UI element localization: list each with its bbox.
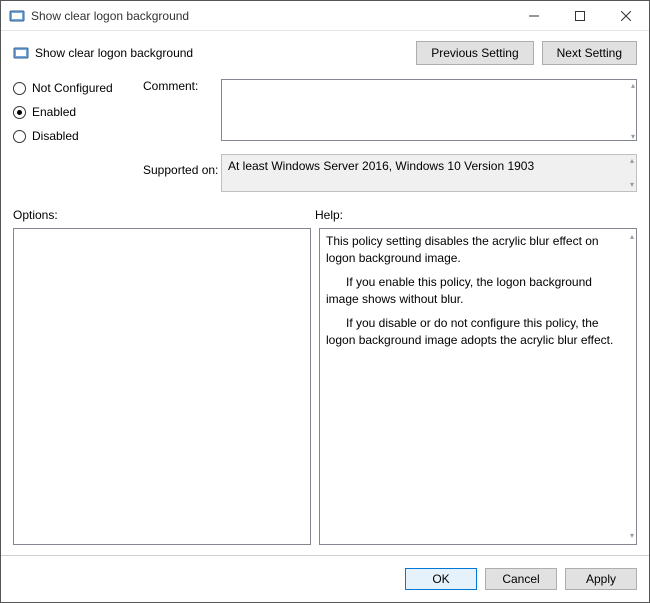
radio-label: Disabled	[32, 129, 79, 143]
supported-on-label: Supported on:	[143, 163, 221, 177]
radio-label: Enabled	[32, 105, 76, 119]
scroll-up-icon[interactable]: ▴	[630, 157, 634, 165]
config-row: Not Configured Enabled Disabled Comment:…	[13, 79, 637, 192]
radio-icon	[13, 82, 26, 95]
policy-title: Show clear logon background	[35, 46, 193, 60]
scroll-down-icon[interactable]: ▾	[630, 532, 634, 540]
titlebar: Show clear logon background	[1, 1, 649, 31]
supported-on-box: At least Windows Server 2016, Windows 10…	[221, 154, 637, 192]
scroll-down-icon[interactable]: ▾	[630, 181, 634, 189]
policy-icon	[13, 45, 29, 61]
comment-label: Comment:	[143, 79, 221, 93]
radio-disabled[interactable]: Disabled	[13, 129, 143, 143]
dialog-footer: OK Cancel Apply	[13, 556, 637, 590]
options-panel	[13, 228, 311, 545]
radio-not-configured[interactable]: Not Configured	[13, 81, 143, 95]
help-text: If you enable this policy, the logon bac…	[326, 274, 618, 309]
cancel-button[interactable]: Cancel	[485, 568, 557, 590]
window-title: Show clear logon background	[31, 9, 189, 23]
field-labels: Comment: Supported on:	[143, 79, 221, 177]
radio-enabled[interactable]: Enabled	[13, 105, 143, 119]
options-label: Options:	[13, 208, 315, 222]
supported-on-text: At least Windows Server 2016, Windows 10…	[228, 159, 534, 173]
panels-row: This policy setting disables the acrylic…	[13, 228, 637, 545]
scroll-up-icon[interactable]: ▴	[631, 82, 635, 90]
header-row: Show clear logon background Previous Set…	[13, 41, 637, 65]
scroll-up-icon[interactable]: ▴	[630, 233, 634, 241]
field-inputs: ▴ ▾ At least Windows Server 2016, Window…	[221, 79, 637, 192]
minimize-button[interactable]	[511, 1, 557, 31]
comment-textarea[interactable]	[221, 79, 637, 141]
policy-icon	[9, 8, 25, 24]
help-text: If you disable or do not configure this …	[326, 315, 618, 350]
window-body: Show clear logon background Previous Set…	[1, 31, 649, 602]
radio-icon	[13, 130, 26, 143]
next-setting-button[interactable]: Next Setting	[542, 41, 637, 65]
help-panel: This policy setting disables the acrylic…	[319, 228, 637, 545]
close-button[interactable]	[603, 1, 649, 31]
radio-icon	[13, 106, 26, 119]
ok-button[interactable]: OK	[405, 568, 477, 590]
state-radio-group: Not Configured Enabled Disabled	[13, 79, 143, 153]
previous-setting-button[interactable]: Previous Setting	[416, 41, 533, 65]
policy-editor-window: Show clear logon background Show clear l…	[0, 0, 650, 603]
apply-button[interactable]: Apply	[565, 568, 637, 590]
maximize-button[interactable]	[557, 1, 603, 31]
scroll-down-icon[interactable]: ▾	[631, 133, 635, 141]
radio-label: Not Configured	[32, 81, 113, 95]
help-label: Help:	[315, 208, 343, 222]
help-text: This policy setting disables the acrylic…	[326, 233, 618, 268]
section-labels: Options: Help:	[13, 208, 637, 222]
